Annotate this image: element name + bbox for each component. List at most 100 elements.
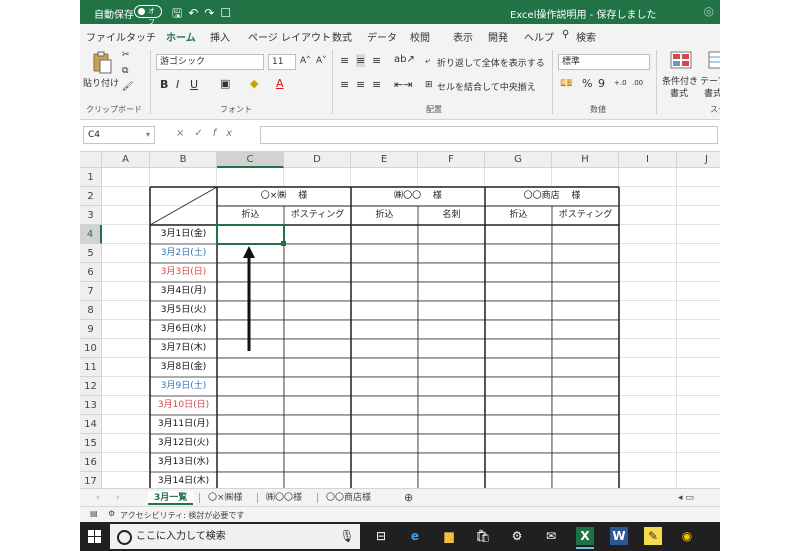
cell-D6[interactable]: [284, 263, 351, 282]
cell-H1[interactable]: [552, 168, 619, 187]
cell-A7[interactable]: [102, 282, 150, 301]
align-right-icon[interactable]: ≡: [372, 78, 381, 91]
cell-G5[interactable]: [485, 244, 552, 263]
cell-C14[interactable]: [217, 415, 284, 434]
touch-mode-icon[interactable]: ☐: [220, 6, 237, 20]
number-format-select[interactable]: 標準: [558, 54, 650, 70]
border-icon[interactable]: ▣: [220, 77, 230, 90]
italic-button[interactable]: I: [176, 78, 179, 91]
bold-button[interactable]: B: [160, 78, 168, 91]
scroll-left-icon[interactable]: ‹: [90, 491, 106, 505]
file-explorer-icon[interactable]: ▆: [440, 527, 458, 545]
orientation-icon[interactable]: ab↗: [394, 54, 415, 65]
cell-J9[interactable]: [677, 320, 720, 339]
cell-H8[interactable]: [552, 301, 619, 320]
cell-F5[interactable]: [418, 244, 485, 263]
cell-G11[interactable]: [485, 358, 552, 377]
cell-I14[interactable]: [619, 415, 677, 434]
align-bottom-icon[interactable]: ≡: [372, 54, 381, 67]
cell-I13[interactable]: [619, 396, 677, 415]
row-header-7[interactable]: 7: [80, 282, 102, 301]
cell-D4[interactable]: [284, 225, 351, 244]
ribbon-tab-6[interactable]: データ: [367, 29, 397, 44]
cell-E9[interactable]: [351, 320, 418, 339]
percent-button[interactable]: %: [582, 77, 592, 90]
font-size-select[interactable]: 11: [268, 54, 296, 70]
cell-C6[interactable]: [217, 263, 284, 282]
cell-G15[interactable]: [485, 434, 552, 453]
cell-I5[interactable]: [619, 244, 677, 263]
row-header-15[interactable]: 15: [80, 434, 102, 453]
cell-D10[interactable]: [284, 339, 351, 358]
column-header-A[interactable]: A: [102, 152, 150, 168]
mic-icon[interactable]: 🎙: [338, 527, 356, 545]
cell-E16[interactable]: [351, 453, 418, 472]
cell-E13[interactable]: [351, 396, 418, 415]
fill-color-icon[interactable]: ◆: [250, 77, 258, 90]
quick-access-icons[interactable]: 🖫↶↷☐: [172, 4, 237, 25]
column-header-I[interactable]: I: [619, 152, 677, 168]
add-sheet-button[interactable]: ⊕: [398, 491, 419, 505]
sheet-tab-0[interactable]: 3月一覧: [148, 491, 194, 505]
cell-J3[interactable]: [677, 206, 720, 225]
cell-I1[interactable]: [619, 168, 677, 187]
row-header-3[interactable]: 3: [80, 206, 102, 225]
cell-H11[interactable]: [552, 358, 619, 377]
cell-J7[interactable]: [677, 282, 720, 301]
ribbon-tab-5[interactable]: 数式: [332, 29, 352, 44]
cell-F9[interactable]: [418, 320, 485, 339]
cell-G16[interactable]: [485, 453, 552, 472]
cell-A15[interactable]: [102, 434, 150, 453]
cell-F15[interactable]: [418, 434, 485, 453]
column-header-E[interactable]: E: [351, 152, 418, 168]
row-header-16[interactable]: 16: [80, 453, 102, 472]
cell-D5[interactable]: [284, 244, 351, 263]
underline-button[interactable]: U: [190, 78, 198, 91]
row-header-4[interactable]: 4: [80, 225, 102, 244]
cell-H5[interactable]: [552, 244, 619, 263]
cell-A16[interactable]: [102, 453, 150, 472]
cell-J12[interactable]: [677, 377, 720, 396]
cell-E10[interactable]: [351, 339, 418, 358]
cell-I15[interactable]: [619, 434, 677, 453]
cell-G8[interactable]: [485, 301, 552, 320]
ribbon-tab-10[interactable]: ヘルプ: [524, 29, 554, 44]
row-header-14[interactable]: 14: [80, 415, 102, 434]
cell-A3[interactable]: [102, 206, 150, 225]
cell-A4[interactable]: [102, 225, 150, 244]
cell-I3[interactable]: [619, 206, 677, 225]
cell-A2[interactable]: [102, 187, 150, 206]
horizontal-scrollbar[interactable]: ◂ ▭: [672, 491, 700, 505]
sheet-tab-2[interactable]: ㈱〇〇様: [260, 491, 308, 505]
cell-I11[interactable]: [619, 358, 677, 377]
cell-B2[interactable]: [150, 187, 217, 206]
cell-J14[interactable]: [677, 415, 720, 434]
format-painter-icon[interactable]: 🖌: [122, 82, 133, 92]
cell-E5[interactable]: [351, 244, 418, 263]
cell-D15[interactable]: [284, 434, 351, 453]
cell-C7[interactable]: [217, 282, 284, 301]
cell-E15[interactable]: [351, 434, 418, 453]
row-header-1[interactable]: 1: [80, 168, 102, 187]
cell-F8[interactable]: [418, 301, 485, 320]
worksheet-grid[interactable]: A B C D E F G H I J 1 2 3 4 5 6 7 8 9 10 11 12 13 14 15 16 17 〇×㈱ 様…: [80, 152, 720, 491]
scroll-right-icon[interactable]: ›: [110, 491, 126, 505]
save-icon[interactable]: 🖫: [172, 6, 188, 20]
column-header-G[interactable]: G: [485, 152, 552, 168]
decimal-increase-button[interactable]: +.0: [614, 79, 627, 87]
cell-F7[interactable]: [418, 282, 485, 301]
cell-D13[interactable]: [284, 396, 351, 415]
row-header-5[interactable]: 5: [80, 244, 102, 263]
row-header-11[interactable]: 11: [80, 358, 102, 377]
cell-E6[interactable]: [351, 263, 418, 282]
cell-H7[interactable]: [552, 282, 619, 301]
align-top-icon[interactable]: ≡: [340, 54, 349, 67]
cell-A8[interactable]: [102, 301, 150, 320]
settings-icon[interactable]: ⚙: [508, 527, 526, 545]
column-header-B[interactable]: B: [150, 152, 217, 168]
ribbon-search-label[interactable]: 検索: [576, 29, 596, 44]
cell-C9[interactable]: [217, 320, 284, 339]
row-header-10[interactable]: 10: [80, 339, 102, 358]
chrome-icon[interactable]: ◉: [678, 527, 696, 545]
cell-J5[interactable]: [677, 244, 720, 263]
